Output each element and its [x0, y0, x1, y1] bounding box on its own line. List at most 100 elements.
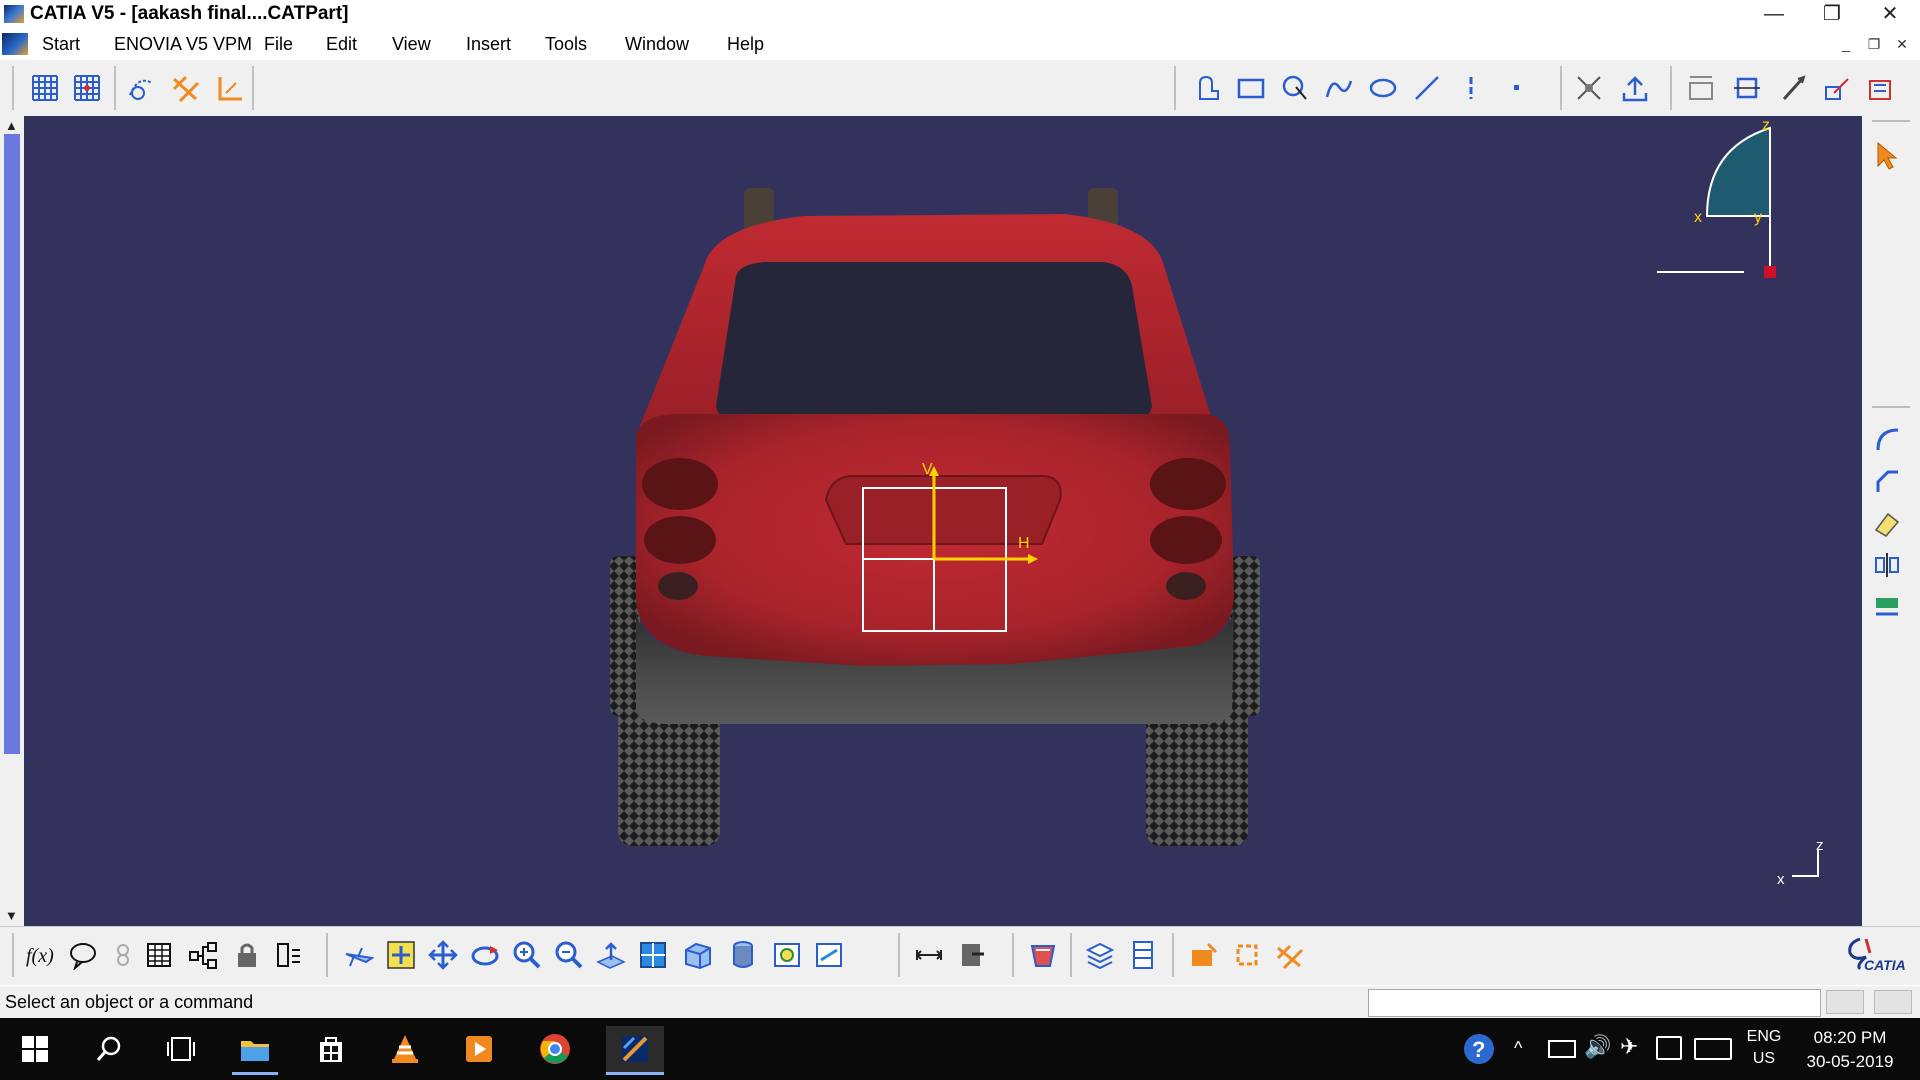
help-tray-icon[interactable]: ?	[1456, 1026, 1502, 1072]
command-input[interactable]	[1368, 989, 1821, 1017]
corner-icon[interactable]	[1870, 422, 1904, 456]
menu-help[interactable]: Help	[727, 34, 764, 55]
grid-icon[interactable]	[28, 71, 62, 105]
ellipse-icon[interactable]	[1366, 71, 1400, 105]
svg-text:?: ?	[1472, 1037, 1485, 1062]
table-icon[interactable]	[142, 938, 176, 972]
snap-to-point-icon[interactable]	[70, 71, 104, 105]
menu-file[interactable]: File	[264, 34, 293, 55]
trim-icon[interactable]	[1684, 71, 1718, 105]
auto-constraint-icon[interactable]	[1272, 938, 1306, 972]
swap-visible-space-icon[interactable]	[812, 938, 846, 972]
sketch-solving-status-icon[interactable]	[1186, 938, 1220, 972]
multi-view-icon[interactable]	[636, 938, 670, 972]
mirror-icon[interactable]	[1730, 71, 1764, 105]
minimize-button[interactable]: —	[1746, 0, 1802, 28]
constraint-3d-icon[interactable]	[1864, 71, 1898, 105]
mdi-minimize-button[interactable]: _	[1836, 34, 1856, 54]
point-icon[interactable]	[1500, 71, 1534, 105]
hide-show-icon[interactable]	[770, 938, 804, 972]
construction-geometry-icon[interactable]	[124, 71, 158, 105]
scroll-up-icon[interactable]: ▲	[5, 118, 18, 133]
airplane-mode-icon[interactable]: ✈	[1620, 1034, 1638, 1060]
vertical-scrollbar[interactable]: ▲ ▼	[0, 116, 24, 926]
zoom-out-icon[interactable]	[552, 938, 586, 972]
sketch-analysis-icon[interactable]	[1230, 938, 1264, 972]
menu-view[interactable]: View	[392, 34, 431, 55]
stacked-views-icon[interactable]	[1082, 938, 1116, 972]
chamfer-icon[interactable]	[1870, 464, 1904, 498]
scroll-thumb[interactable]	[4, 134, 20, 754]
knowledge-icon[interactable]	[66, 938, 100, 972]
zoom-in-icon[interactable]	[510, 938, 544, 972]
exit-workbench-icon[interactable]	[1618, 71, 1652, 105]
measure-item-icon[interactable]	[956, 938, 990, 972]
lock-icon[interactable]	[106, 938, 140, 972]
toolbar-grip	[1174, 66, 1176, 110]
spline-icon[interactable]	[1322, 71, 1356, 105]
circle-icon[interactable]	[1278, 71, 1312, 105]
toolbar-separator	[1070, 933, 1072, 977]
dimensional-constraints-icon[interactable]	[212, 71, 246, 105]
fit-all-icon[interactable]	[384, 938, 418, 972]
status-button-1[interactable]	[1826, 990, 1864, 1014]
volume-icon[interactable]: 🔊	[1584, 1034, 1611, 1060]
chrome-icon[interactable]	[532, 1026, 578, 1072]
fly-mode-icon[interactable]	[342, 938, 376, 972]
task-view-icon[interactable]	[158, 1026, 204, 1072]
mdi-restore-button[interactable]: ❐	[1864, 34, 1884, 54]
formula-icon[interactable]: f(x)	[24, 938, 58, 972]
touch-keyboard-icon[interactable]	[1694, 1038, 1732, 1060]
check-icon[interactable]	[272, 938, 306, 972]
clock[interactable]: 08:20 PM 30-05-2019	[1800, 1028, 1900, 1072]
3d-viewport[interactable]: V H x y z z x	[24, 116, 1862, 926]
scroll-down-icon[interactable]: ▼	[5, 908, 18, 923]
menu-enovia[interactable]: ENOVIA V5 VPM	[114, 34, 252, 55]
status-button-2[interactable]	[1874, 990, 1912, 1014]
microsoft-store-icon[interactable]	[308, 1026, 354, 1072]
tree-icon[interactable]	[186, 938, 220, 972]
car-model-render: V H x y z z x	[610, 117, 1824, 888]
select-arrow-icon[interactable]	[1870, 138, 1904, 172]
media-player-icon[interactable]	[456, 1026, 502, 1072]
close-button[interactable]: ✕	[1862, 0, 1918, 28]
3d-geometry-icon[interactable]	[1870, 590, 1904, 624]
measure-between-icon[interactable]	[912, 938, 946, 972]
menu-edit[interactable]: Edit	[326, 34, 357, 55]
catia-taskbar-icon[interactable]	[606, 1026, 664, 1075]
mdi-close-button[interactable]: ✕	[1892, 34, 1912, 54]
sketch-tools-icon[interactable]	[1572, 71, 1606, 105]
menu-window[interactable]: Window	[625, 34, 689, 55]
battery-icon[interactable]	[1548, 1040, 1576, 1058]
relimitation-icon[interactable]	[1870, 506, 1904, 540]
geometrical-constraints-icon[interactable]	[168, 71, 202, 105]
file-explorer-icon[interactable]	[232, 1026, 278, 1075]
windows-start-icon[interactable]	[12, 1026, 58, 1072]
line-icon[interactable]	[1410, 71, 1444, 105]
shading-icon[interactable]	[726, 938, 760, 972]
menu-start[interactable]: Start	[42, 34, 80, 55]
rectangle-icon[interactable]	[1234, 71, 1268, 105]
vlc-icon[interactable]	[382, 1026, 428, 1072]
menu-insert[interactable]: Insert	[466, 34, 511, 55]
intersect-3d-elements-icon[interactable]	[1820, 71, 1854, 105]
profile-icon[interactable]	[1190, 71, 1224, 105]
menu-tools[interactable]: Tools	[545, 34, 587, 55]
catia-document-icon[interactable]	[2, 33, 28, 55]
tray-chevron-icon[interactable]: ^	[1514, 1038, 1522, 1059]
axis-icon[interactable]	[1454, 71, 1488, 105]
pan-icon[interactable]	[426, 938, 460, 972]
apply-material-icon[interactable]	[1026, 938, 1060, 972]
toolbar-separator	[1560, 66, 1562, 110]
transformation-icon[interactable]	[1870, 548, 1904, 582]
restore-button[interactable]: ❐	[1804, 0, 1860, 28]
cut-part-by-sketch-plane-icon[interactable]	[1126, 938, 1160, 972]
isometric-view-icon[interactable]	[680, 938, 714, 972]
normal-view-icon[interactable]	[594, 938, 628, 972]
rotate-icon[interactable]	[468, 938, 502, 972]
project-3d-elements-icon[interactable]	[1776, 71, 1810, 105]
language-indicator[interactable]: ENG US	[1744, 1028, 1784, 1068]
search-icon[interactable]	[86, 1026, 132, 1072]
lock-parameters-icon[interactable]	[230, 938, 264, 972]
action-center-icon[interactable]	[1656, 1036, 1682, 1060]
